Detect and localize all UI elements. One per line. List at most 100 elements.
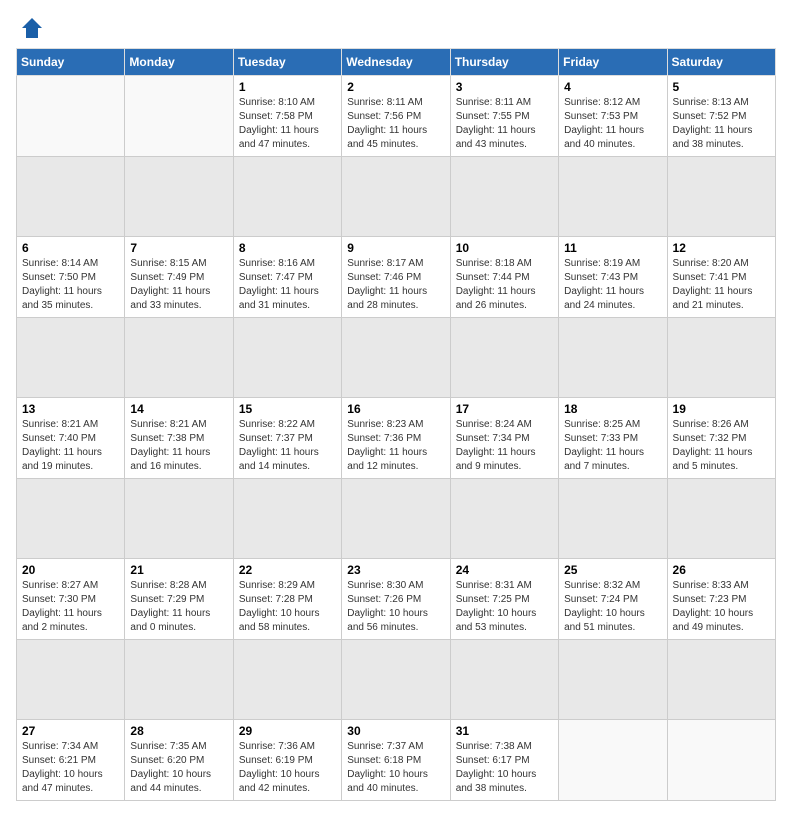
day-info: Sunrise: 8:10 AMSunset: 7:58 PMDaylight:…	[239, 96, 336, 152]
calendar-cell: 30Sunrise: 7:37 AMSunset: 6:18 PMDayligh…	[342, 720, 450, 801]
week-row-4: 20Sunrise: 8:27 AMSunset: 7:30 PMDayligh…	[17, 559, 776, 640]
row-separator	[17, 640, 776, 720]
calendar-cell: 20Sunrise: 8:27 AMSunset: 7:30 PMDayligh…	[17, 559, 125, 640]
weekday-header-row: SundayMondayTuesdayWednesdayThursdayFrid…	[17, 49, 776, 76]
day-number: 15	[239, 402, 336, 416]
day-info: Sunrise: 8:32 AMSunset: 7:24 PMDaylight:…	[564, 579, 661, 635]
calendar-cell: 21 Sunrise: 8:28 AMSunset: 7:29 PMDayligh…	[125, 559, 233, 640]
separator-cell	[17, 157, 125, 237]
day-info: Sunrise: 7:34 AMSunset: 6:21 PMDaylight:…	[22, 740, 119, 796]
day-number: 21	[130, 563, 227, 577]
day-info: Sunrise: 7:38 AMSunset: 6:17 PMDaylight:…	[456, 740, 553, 796]
logo	[16, 16, 48, 40]
day-info: Sunrise: 8:30 AMSunset: 7:26 PMDaylight:…	[347, 579, 444, 635]
separator-cell	[342, 640, 450, 720]
calendar-cell	[125, 76, 233, 157]
day-number: 14	[130, 402, 227, 416]
calendar-cell: 2Sunrise: 8:11 AMSunset: 7:56 PMDaylight…	[342, 76, 450, 157]
calendar-cell	[667, 720, 775, 801]
day-info: Sunrise: 8:23 AMSunset: 7:36 PMDaylight:…	[347, 418, 444, 474]
calendar-cell: 24Sunrise: 8:31 AMSunset: 7:25 PMDayligh…	[450, 559, 558, 640]
separator-cell	[667, 640, 775, 720]
calendar-cell: 22Sunrise: 8:29 AMSunset: 7:28 PMDayligh…	[233, 559, 341, 640]
separator-cell	[233, 157, 341, 237]
day-number: 18	[564, 402, 661, 416]
separator-cell	[450, 318, 558, 398]
day-info: Sunrise: 8:26 AMSunset: 7:32 PMDaylight:…	[673, 418, 770, 474]
weekday-header-monday: Monday	[125, 49, 233, 76]
row-separator	[17, 318, 776, 398]
day-number: 30	[347, 724, 444, 738]
page-header	[16, 16, 776, 40]
day-info: Sunrise: 8:11 AMSunset: 7:55 PMDaylight:…	[456, 96, 553, 152]
calendar-cell: 12Sunrise: 8:20 AMSunset: 7:41 PMDayligh…	[667, 237, 775, 318]
day-info: Sunrise: 8:15 AMSunset: 7:49 PMDaylight:…	[130, 257, 227, 313]
day-number: 1	[239, 80, 336, 94]
day-number: 27	[22, 724, 119, 738]
day-number: 19	[673, 402, 770, 416]
logo-icon	[20, 16, 44, 40]
week-row-1: 1 Sunrise: 8:10 AMSunset: 7:58 PMDaylight…	[17, 76, 776, 157]
day-info: Sunrise: 8:21 AMSunset: 7:38 PMDaylight:…	[130, 418, 227, 474]
day-number: 25	[564, 563, 661, 577]
separator-cell	[125, 318, 233, 398]
day-number: 26	[673, 563, 770, 577]
day-info: Sunrise: 8:11 AMSunset: 7:56 PMDaylight:…	[347, 96, 444, 152]
separator-cell	[233, 479, 341, 559]
day-info: Sunrise: 8:12 AMSunset: 7:53 PMDaylight:…	[564, 96, 661, 152]
separator-cell	[125, 157, 233, 237]
calendar-cell: 1 Sunrise: 8:10 AMSunset: 7:58 PMDaylight…	[233, 76, 341, 157]
calendar-cell: 15 Sunrise: 8:22 AMSunset: 7:37 PMDayligh…	[233, 398, 341, 479]
day-info: Sunrise: 8:28 AMSunset: 7:29 PMDaylight:…	[130, 579, 227, 635]
separator-cell	[450, 479, 558, 559]
calendar-cell: 3Sunrise: 8:11 AMSunset: 7:55 PMDaylight…	[450, 76, 558, 157]
day-number: 12	[673, 241, 770, 255]
week-row-5: 27 Sunrise: 7:34 AMSunset: 6:21 PMDayligh…	[17, 720, 776, 801]
day-info: Sunrise: 8:16 AMSunset: 7:47 PMDaylight:…	[239, 257, 336, 313]
separator-cell	[342, 479, 450, 559]
weekday-header-friday: Friday	[559, 49, 667, 76]
calendar-cell: 9Sunrise: 8:17 AMSunset: 7:46 PMDaylight…	[342, 237, 450, 318]
separator-cell	[125, 479, 233, 559]
calendar-cell: 14 Sunrise: 8:21 AMSunset: 7:38 PMDayligh…	[125, 398, 233, 479]
calendar-cell: 25 Sunrise: 8:32 AMSunset: 7:24 PMDayligh…	[559, 559, 667, 640]
day-number: 13	[22, 402, 119, 416]
week-row-3: 13 Sunrise: 8:21 AMSunset: 7:40 PMDayligh…	[17, 398, 776, 479]
separator-cell	[559, 318, 667, 398]
day-number: 5	[673, 80, 770, 94]
calendar-cell: 19 Sunrise: 8:26 AMSunset: 7:32 PMDayligh…	[667, 398, 775, 479]
day-info: Sunrise: 7:36 AMSunset: 6:19 PMDaylight:…	[239, 740, 336, 796]
day-info: Sunrise: 8:13 AMSunset: 7:52 PMDaylight:…	[673, 96, 770, 152]
calendar-cell: 13 Sunrise: 8:21 AMSunset: 7:40 PMDayligh…	[17, 398, 125, 479]
day-number: 7	[130, 241, 227, 255]
weekday-header-saturday: Saturday	[667, 49, 775, 76]
day-number: 4	[564, 80, 661, 94]
separator-cell	[667, 318, 775, 398]
calendar-cell: 7 Sunrise: 8:15 AMSunset: 7:49 PMDaylight…	[125, 237, 233, 318]
separator-cell	[233, 318, 341, 398]
day-info: Sunrise: 8:29 AMSunset: 7:28 PMDaylight:…	[239, 579, 336, 635]
day-number: 29	[239, 724, 336, 738]
calendar-cell: 11Sunrise: 8:19 AMSunset: 7:43 PMDayligh…	[559, 237, 667, 318]
day-info: Sunrise: 8:24 AMSunset: 7:34 PMDaylight:…	[456, 418, 553, 474]
calendar-cell: 28Sunrise: 7:35 AMSunset: 6:20 PMDayligh…	[125, 720, 233, 801]
calendar-cell: 26Sunrise: 8:33 AMSunset: 7:23 PMDayligh…	[667, 559, 775, 640]
day-number: 31	[456, 724, 553, 738]
row-separator	[17, 479, 776, 559]
separator-cell	[667, 157, 775, 237]
day-info: Sunrise: 8:22 AMSunset: 7:37 PMDaylight:…	[239, 418, 336, 474]
day-number: 8	[239, 241, 336, 255]
day-number: 23	[347, 563, 444, 577]
calendar-cell: 10Sunrise: 8:18 AMSunset: 7:44 PMDayligh…	[450, 237, 558, 318]
calendar-cell: 4 Sunrise: 8:12 AMSunset: 7:53 PMDaylight…	[559, 76, 667, 157]
day-info: Sunrise: 8:21 AMSunset: 7:40 PMDaylight:…	[22, 418, 119, 474]
day-number: 9	[347, 241, 444, 255]
day-number: 6	[22, 241, 119, 255]
calendar-cell: 6Sunrise: 8:14 AMSunset: 7:50 PMDaylight…	[17, 237, 125, 318]
calendar-cell: 17 Sunrise: 8:24 AMSunset: 7:34 PMDayligh…	[450, 398, 558, 479]
calendar-cell: 31 Sunrise: 7:38 AMSunset: 6:17 PMDayligh…	[450, 720, 558, 801]
separator-cell	[559, 640, 667, 720]
day-number: 17	[456, 402, 553, 416]
day-info: Sunrise: 8:25 AMSunset: 7:33 PMDaylight:…	[564, 418, 661, 474]
separator-cell	[125, 640, 233, 720]
